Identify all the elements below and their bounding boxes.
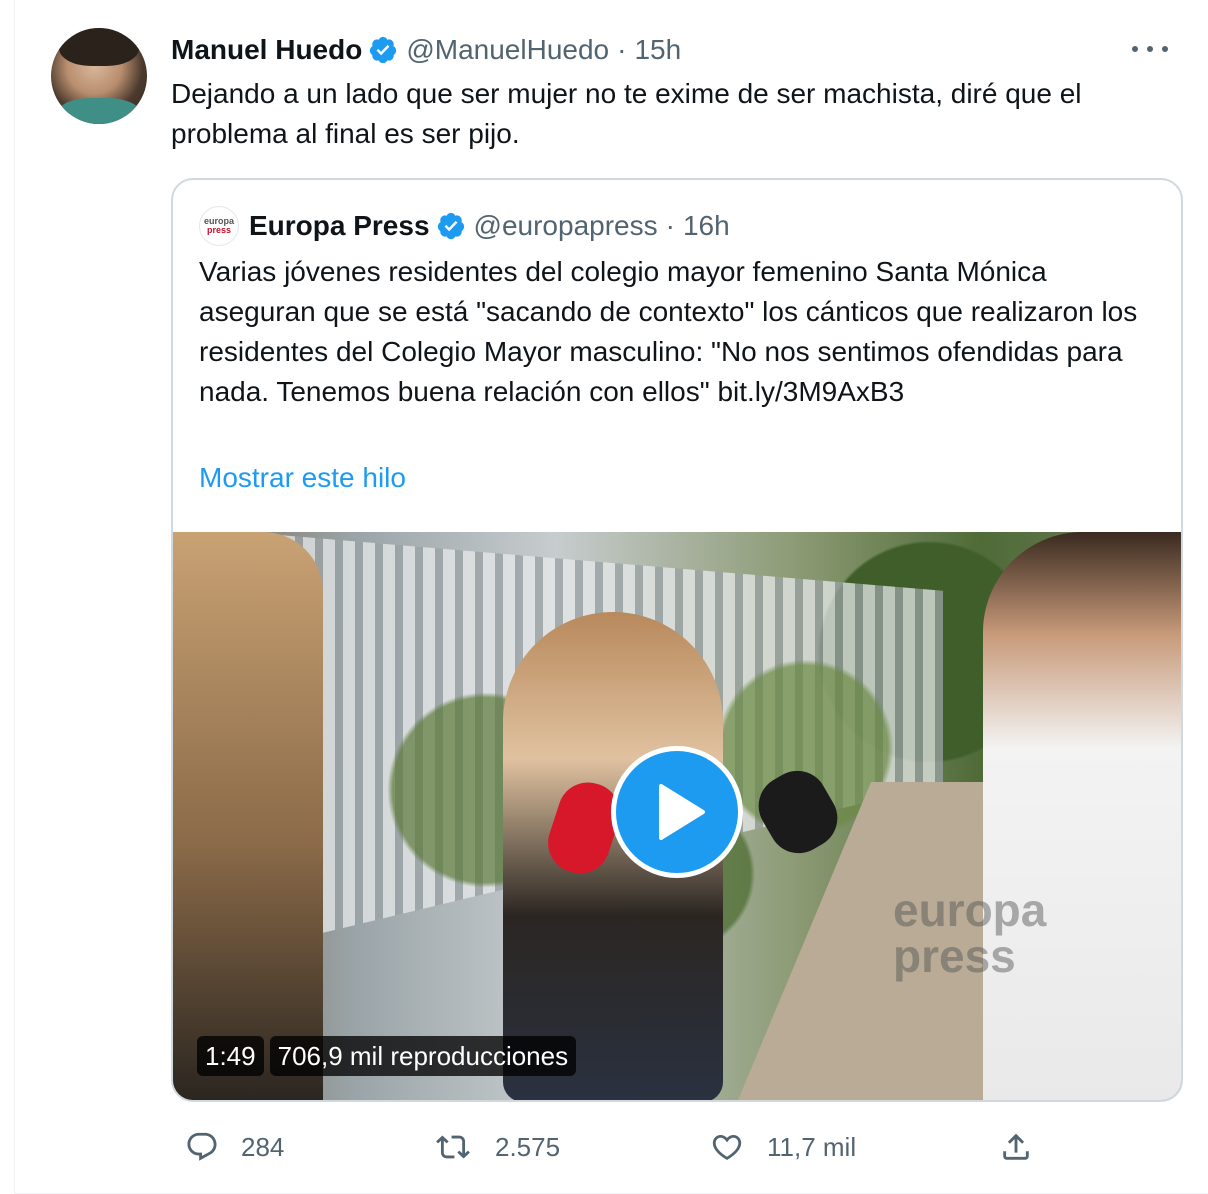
- logo-text-bottom: press: [206, 225, 232, 235]
- like-icon: [712, 1134, 742, 1160]
- play-icon: [659, 784, 705, 840]
- video-player[interactable]: europa press 1:49 706,9 mil reproduccion…: [173, 532, 1181, 1100]
- verified-icon: [370, 36, 397, 64]
- play-button[interactable]: [611, 746, 743, 878]
- watermark-line-2: press: [893, 930, 1016, 982]
- avatar-hair: [59, 28, 139, 66]
- avatar-shirt: [57, 98, 141, 124]
- video-person-right: [983, 532, 1181, 1100]
- quoted-tweet-header: europa press Europa Press @europapress ·…: [199, 206, 730, 246]
- retweet-button[interactable]: 2.575: [433, 1124, 560, 1170]
- verified-icon: [437, 212, 464, 240]
- video-watermark: europa press: [893, 887, 1046, 979]
- retweet-icon: [436, 1135, 470, 1159]
- separator-dot: ·: [665, 210, 675, 241]
- quoted-tweet[interactable]: europa press Europa Press @europapress ·…: [171, 178, 1183, 1102]
- reply-button[interactable]: 284: [185, 1124, 284, 1170]
- author-avatar[interactable]: [51, 28, 147, 124]
- watermark-line-1: europa: [893, 884, 1047, 936]
- video-info: 1:49 706,9 mil reproducciones: [197, 1036, 577, 1076]
- reply-count: 284: [241, 1131, 285, 1162]
- more-icon[interactable]: [1132, 36, 1168, 62]
- quoted-author-name[interactable]: Europa Press: [249, 210, 430, 242]
- tweet-actions: 284 2.575 11,7 mil: [171, 1124, 1051, 1170]
- tweet-card[interactable]: Manuel Huedo @ManuelHuedo · 15h Dejando …: [14, 0, 1208, 1194]
- tweet-text: Dejando a un lado que ser mujer no te ex…: [171, 78, 1082, 149]
- separator-dot: ·: [617, 34, 627, 65]
- like-button[interactable]: 11,7 mil: [709, 1124, 856, 1170]
- retweet-count: 2.575: [495, 1131, 561, 1162]
- show-thread-link[interactable]: Mostrar este hilo: [199, 462, 406, 494]
- video-view-count: 706,9 mil reproducciones: [269, 1036, 577, 1076]
- like-count: 11,7 mil: [767, 1131, 857, 1162]
- video-person-left: [173, 532, 323, 1100]
- author-name[interactable]: Manuel Huedo: [171, 34, 362, 66]
- tweet-header: Manuel Huedo @ManuelHuedo · 15h: [171, 30, 681, 70]
- video-duration: 1:49: [197, 1036, 264, 1076]
- author-handle[interactable]: @ManuelHuedo: [406, 34, 609, 66]
- quoted-tweet-text: Varias jóvenes residentes del colegio ma…: [199, 256, 1138, 407]
- quoted-tweet-time[interactable]: 16h: [683, 210, 730, 242]
- share-icon: [1003, 1133, 1029, 1160]
- reply-icon: [187, 1132, 217, 1161]
- tweet-time[interactable]: 15h: [634, 34, 681, 66]
- share-button[interactable]: [999, 1124, 1055, 1170]
- quoted-author-handle[interactable]: @europapress: [474, 210, 658, 242]
- europapress-avatar[interactable]: europa press: [199, 206, 239, 246]
